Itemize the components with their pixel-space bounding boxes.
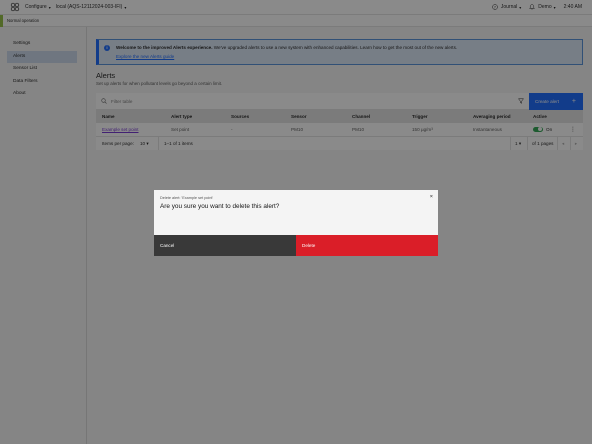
close-icon[interactable]: × [430, 194, 433, 200]
modal-label: Delete alert: 'Example set point' [160, 196, 214, 200]
cancel-button[interactable]: Cancel [154, 235, 296, 256]
modal-title: Are you sure you want to delete this ale… [160, 203, 280, 210]
delete-alert-modal: Delete alert: 'Example set point' Are yo… [154, 190, 438, 256]
delete-button[interactable]: Delete [296, 235, 438, 256]
